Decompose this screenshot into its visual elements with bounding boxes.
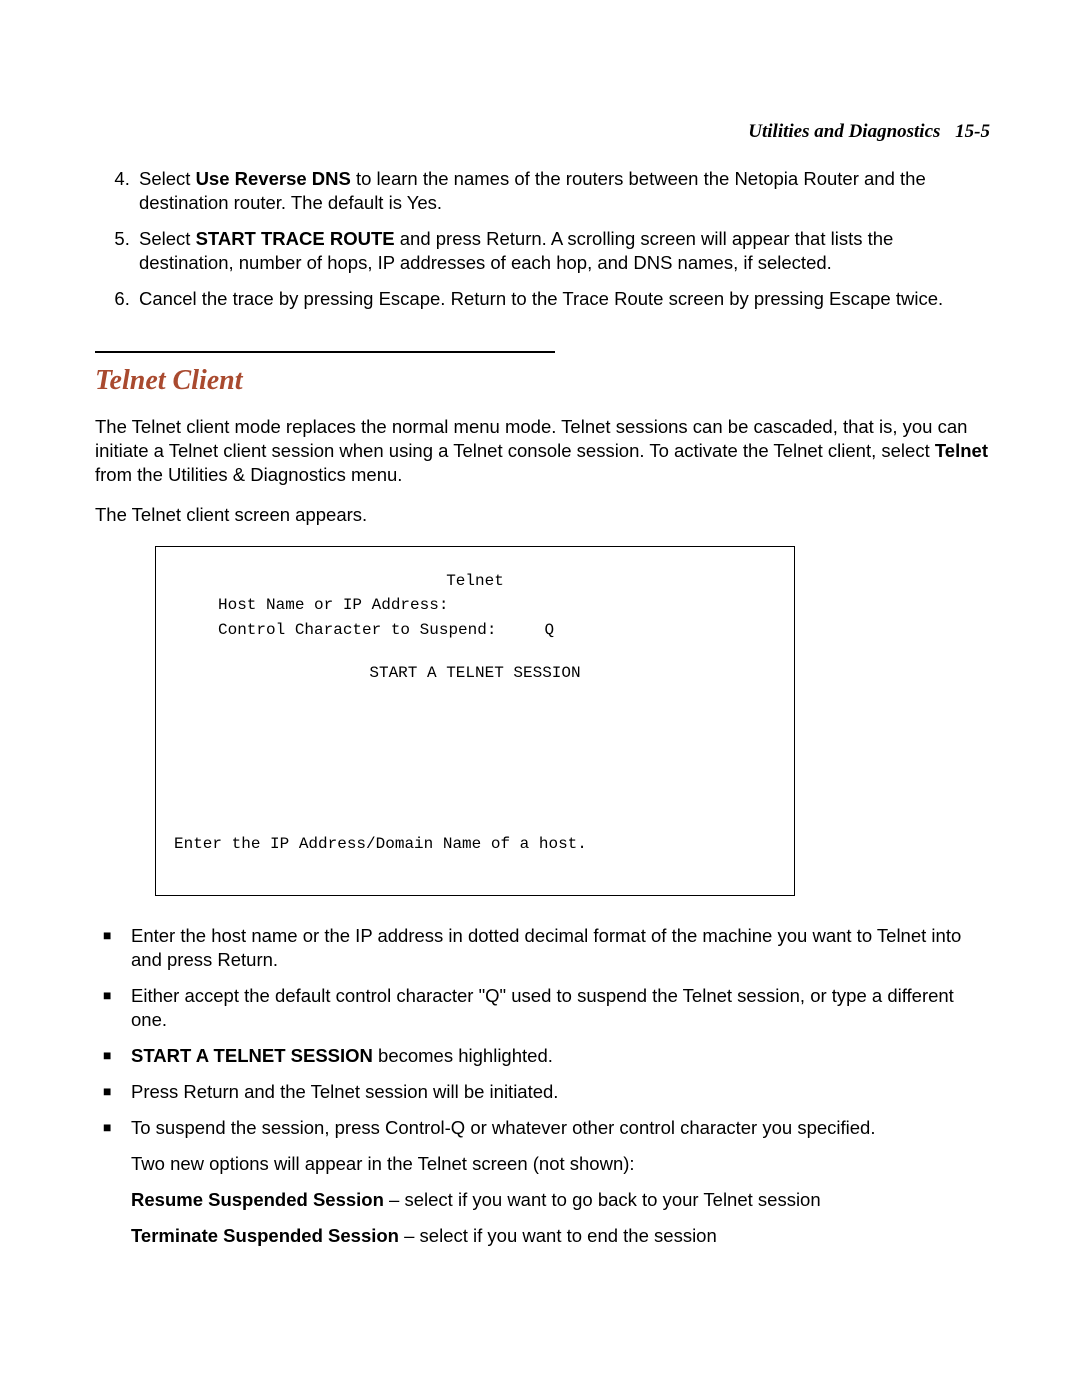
telnet-console-screen: Telnet Host Name or IP Address: Control … — [155, 546, 795, 896]
note-bold: Resume Suspended Session — [131, 1189, 384, 1210]
step-item: Select START TRACE ROUTE and press Retur… — [135, 227, 990, 275]
step-text-prefix: Select — [139, 168, 196, 189]
running-header: Utilities and Diagnostics 15-5 — [95, 120, 990, 145]
console-row-control-char: Control Character to Suspend: Q — [218, 618, 776, 643]
step-text-prefix: Select — [139, 228, 196, 249]
document-page: Utilities and Diagnostics 15-5 Select Us… — [0, 0, 1080, 1360]
list-item: Either accept the default control charac… — [103, 984, 990, 1032]
header-title: Utilities and Diagnostics — [748, 121, 940, 142]
bullet-list: Enter the host name or the IP address in… — [95, 924, 990, 1140]
console-row-host: Host Name or IP Address: — [218, 593, 776, 618]
step-item: Select Use Reverse DNS to learn the name… — [135, 167, 990, 215]
step-text-bold: START TRACE ROUTE — [196, 228, 395, 249]
section-heading: Telnet Client — [95, 363, 990, 399]
note-text: – select if you want to end the session — [399, 1225, 717, 1246]
console-start-session: START A TELNET SESSION — [174, 661, 776, 686]
step-text-rest: Cancel the trace by pressing Escape. Ret… — [139, 288, 943, 309]
list-item: Enter the host name or the IP address in… — [103, 924, 990, 972]
bullet-text: Press Return and the Telnet session will… — [131, 1081, 558, 1102]
note-text: – select if you want to go back to your … — [384, 1189, 821, 1210]
section-divider — [95, 351, 555, 353]
bullet-text: becomes highlighted. — [373, 1045, 553, 1066]
numbered-steps-list: Select Use Reverse DNS to learn the name… — [95, 167, 990, 311]
bullet-text: To suspend the session, press Control-Q … — [131, 1117, 875, 1138]
paragraph-text: from the Utilities & Diagnostics menu. — [95, 464, 402, 485]
body-paragraph: The Telnet client mode replaces the norm… — [95, 415, 990, 487]
bullet-bold: START A TELNET SESSION — [131, 1045, 373, 1066]
list-item: To suspend the session, press Control-Q … — [103, 1116, 990, 1140]
note-bold: Terminate Suspended Session — [131, 1225, 399, 1246]
step-text-bold: Use Reverse DNS — [196, 168, 351, 189]
indented-notes: Two new options will appear in the Telne… — [131, 1152, 990, 1248]
step-item: Cancel the trace by pressing Escape. Ret… — [135, 287, 990, 311]
list-item: Press Return and the Telnet session will… — [103, 1080, 990, 1104]
paragraph-bold: Telnet — [935, 440, 988, 461]
header-page-number: 15-5 — [955, 121, 990, 142]
paragraph-text: The Telnet client mode replaces the norm… — [95, 416, 967, 461]
bullet-text: Enter the host name or the IP address in… — [131, 925, 961, 970]
note-line: Resume Suspended Session – select if you… — [131, 1188, 990, 1212]
note-line: Two new options will appear in the Telne… — [131, 1152, 990, 1176]
list-item: START A TELNET SESSION becomes highlight… — [103, 1044, 990, 1068]
body-paragraph: The Telnet client screen appears. — [95, 503, 990, 527]
bullet-text: Either accept the default control charac… — [131, 985, 954, 1030]
console-prompt: Enter the IP Address/Domain Name of a ho… — [174, 832, 587, 857]
note-line: Terminate Suspended Session – select if … — [131, 1224, 990, 1248]
console-title: Telnet — [174, 569, 776, 594]
